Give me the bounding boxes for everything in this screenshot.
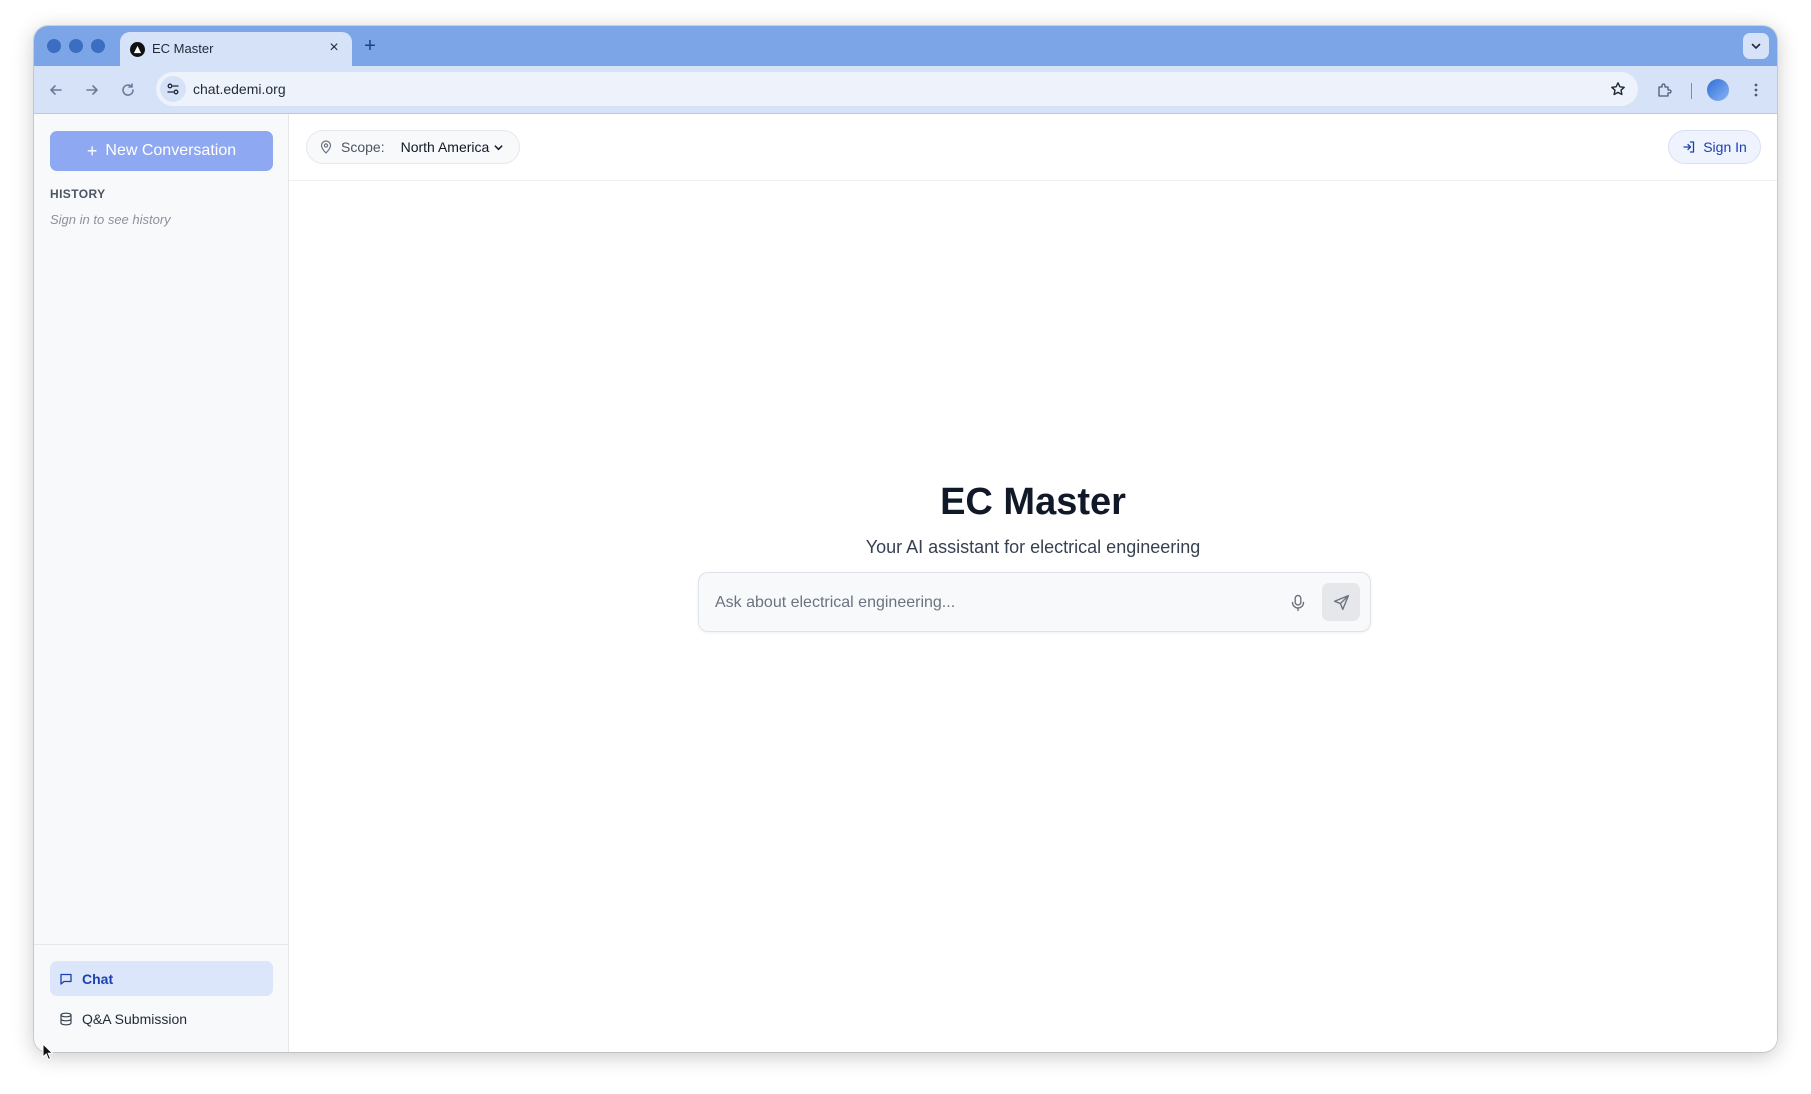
tab-close-icon[interactable]: ×	[324, 38, 344, 58]
message-composer	[698, 572, 1371, 632]
sidebar-footer-nav: Chat Q&A Submission	[34, 944, 288, 1052]
url-text: chat.edemi.org	[193, 81, 286, 97]
browser-tab[interactable]: EC Master ×	[120, 32, 352, 66]
chevron-down-icon	[494, 144, 503, 150]
more-vertical-icon	[1754, 83, 1758, 97]
send-icon	[1333, 594, 1349, 610]
site-favicon-icon	[130, 42, 145, 57]
toolbar-divider	[1691, 83, 1692, 99]
hero-subtitle: Your AI assistant for electrical enginee…	[865, 537, 1201, 557]
new-tab-button[interactable]: +	[360, 35, 380, 57]
profile-avatar[interactable]	[1707, 79, 1729, 101]
database-icon	[60, 1012, 72, 1025]
browser-window: EC Master × + chat.edemi.org + New Conve…	[34, 26, 1777, 1052]
sidebar: + New Conversation HISTORY Sign in to se…	[34, 114, 289, 1052]
microphone-icon	[1291, 594, 1305, 612]
scope-label: Scope:	[341, 139, 385, 155]
history-empty-message: Sign in to see history	[50, 212, 171, 227]
sidebar-item-label: Q&A Submission	[82, 1010, 188, 1027]
new-conversation-button[interactable]: + New Conversation	[50, 131, 273, 171]
bookmark-star-icon[interactable]	[1608, 79, 1628, 99]
sign-in-label: Sign In	[1703, 139, 1747, 155]
minimize-window-button[interactable]	[69, 39, 83, 53]
back-button[interactable]	[44, 78, 68, 102]
chevron-down-icon	[1751, 43, 1761, 50]
sidebar-item-chat[interactable]: Chat	[50, 961, 273, 996]
tab-search-button[interactable]	[1743, 33, 1769, 59]
sign-in-button[interactable]: Sign In	[1668, 130, 1761, 164]
main-content: Scope: North America Sign In EC Master Y…	[289, 114, 1777, 1052]
app-root: + New Conversation HISTORY Sign in to se…	[34, 114, 1777, 1052]
microphone-button[interactable]	[1286, 591, 1310, 615]
top-bar: Scope: North America Sign In	[289, 114, 1777, 181]
plus-icon: +	[86, 141, 98, 161]
message-input[interactable]	[715, 591, 1275, 615]
maximize-window-button[interactable]	[91, 39, 105, 53]
reload-button[interactable]	[116, 78, 140, 102]
history-heading: HISTORY	[50, 187, 106, 201]
forward-button[interactable]	[80, 78, 104, 102]
tab-title: EC Master	[152, 41, 214, 56]
address-bar[interactable]: chat.edemi.org	[156, 72, 1638, 106]
puzzle-icon	[1658, 83, 1672, 97]
map-pin-icon	[320, 140, 332, 154]
new-conversation-label: New Conversation	[105, 142, 237, 159]
send-button[interactable]	[1322, 583, 1360, 621]
scope-value: North America	[400, 139, 490, 155]
sidebar-item-qa-submission[interactable]: Q&A Submission	[50, 1001, 273, 1036]
hero-title: EC Master	[940, 481, 1126, 523]
log-in-icon	[1683, 141, 1695, 153]
sidebar-item-label: Chat	[82, 970, 114, 987]
site-info-icon[interactable]	[160, 76, 186, 102]
mouse-cursor-icon	[42, 1043, 54, 1061]
extensions-button[interactable]	[1652, 78, 1676, 102]
arrow-left-icon	[50, 85, 62, 95]
browser-toolbar: chat.edemi.org	[34, 66, 1777, 114]
browser-menu-button[interactable]	[1744, 78, 1768, 102]
browser-tab-bar: EC Master × +	[34, 26, 1777, 66]
close-window-button[interactable]	[47, 39, 61, 53]
arrow-right-icon	[86, 85, 98, 95]
reload-icon	[122, 83, 134, 96]
scope-selector[interactable]: Scope: North America	[306, 130, 521, 164]
message-square-icon	[60, 973, 72, 985]
